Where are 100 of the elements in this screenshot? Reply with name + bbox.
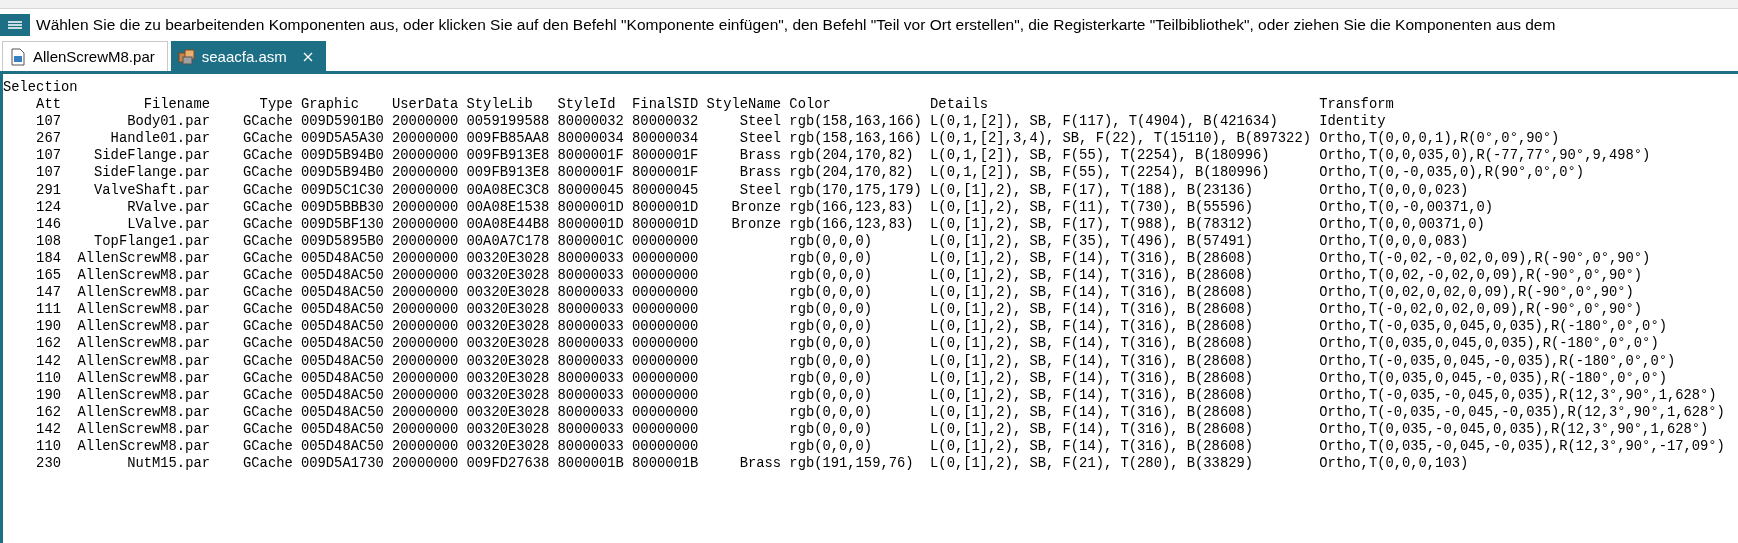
table-cell: 009FB913E8: [466, 164, 550, 182]
table-cell: 009D5BBB30: [301, 198, 384, 216]
table-cell-text: GCache: [242, 335, 293, 353]
table-cell: rgb(158,163,166): [789, 130, 922, 148]
table-cell: 00320E3028: [466, 386, 550, 404]
column-header: UserData: [392, 96, 459, 114]
table-cell-text: Ortho,T(0,0,0,1),R(0°,0°,90°): [1319, 130, 1561, 148]
table-cell-text: GCache: [242, 284, 293, 302]
prompt-text: Wählen Sie die zu bearbeitenden Komponenten aus, oder klicken Sie auf den Befehl "Komponente einfügen", den Befehl "Teil vor Ort erstellen", die Registerkarte "Teilbibliothek", oder ziehen Sie die Komponenten aus dem: [36, 16, 1556, 34]
table-cell: 8000001D: [557, 215, 624, 233]
document-tab[interactable]: AllenScrewM8.par: [2, 41, 168, 71]
table-cell: 005D48AC50: [301, 267, 384, 285]
table-cell: 80000034: [632, 130, 699, 148]
table-cell-text: rgb(166,123,83): [789, 198, 915, 216]
table-cell: 009D5B94B0: [301, 147, 384, 165]
table-cell: 20000000: [392, 147, 459, 165]
table-cell: 20000000: [392, 369, 459, 387]
section-title: Selection: [3, 79, 79, 97]
table-cell: 20000000: [392, 130, 459, 148]
column-header: StyleLib: [466, 96, 534, 114]
column-header: Color: [789, 96, 832, 114]
table-cell: 8000001F: [557, 164, 624, 182]
table-cell-text: Brass: [738, 147, 782, 165]
table-cell-text: AllenScrewM8.par: [76, 318, 210, 336]
table-cell-text: Bronze: [730, 198, 782, 216]
table-cell-text: L(0,[1],2), SB, F(14), T(316), B(28608): [930, 369, 1254, 387]
table-cell-text: GCache: [242, 147, 293, 165]
column-header: StyleName: [706, 96, 782, 114]
table-cell-text: 230: [35, 455, 61, 473]
table-cell: 80000033: [557, 420, 624, 438]
table-cell-text: L(0,1,[2]), SB, F(55), T(2254), B(180996): [930, 147, 1271, 165]
table-cell: 009D5895B0: [301, 232, 384, 250]
table-cell: 00320E3028: [466, 318, 550, 336]
table-cell-text: Ortho,T(0,02,0,02,0,09),R(-90°,0°,90°): [1319, 284, 1635, 302]
table-cell-text: L(0,[1],2), SB, F(14), T(316), B(28608): [930, 301, 1254, 319]
table-cell: 80000033: [557, 403, 624, 421]
table-cell-text: 107: [35, 113, 61, 131]
table-cell-text: AllenScrewM8.par: [76, 386, 210, 404]
table-cell: 20000000: [392, 267, 459, 285]
table-cell: 8000001F: [557, 147, 624, 165]
table-cell: 8000001F: [632, 147, 699, 165]
table-cell: 20000000: [392, 318, 459, 336]
table-cell: 00000000: [632, 267, 699, 285]
table-cell: 80000033: [557, 301, 624, 319]
table-cell: 00000000: [632, 232, 699, 250]
table-cell: 20000000: [392, 455, 459, 473]
table-cell: 00320E3028: [466, 284, 550, 302]
document-tab[interactable]: seaacfa.asm: [170, 41, 326, 71]
table-cell: 005D48AC50: [301, 403, 384, 421]
table-cell-text: GCache: [242, 181, 293, 199]
table-cell: 80000033: [557, 335, 624, 353]
table-cell: 20000000: [392, 386, 459, 404]
table-cell-text: L(0,[1],2), SB, F(11), T(730), B(55596): [930, 198, 1254, 216]
table-cell: L(0,1,[2],3,4), SB, F(22), T(15110), B(897322): [930, 130, 1311, 148]
table-cell: 00000000: [632, 369, 699, 387]
table-cell: 20000000: [392, 215, 459, 233]
table-cell-text: L(0,[1],2), SB, F(35), T(496), B(57491): [930, 232, 1254, 250]
table-cell-text: Ortho,T(0,035,0,045,0,035),R(-180°,0°,0°): [1319, 335, 1660, 353]
close-icon[interactable]: [302, 51, 313, 62]
table-cell: 00000000: [632, 403, 699, 421]
table-cell-text: 107: [35, 164, 61, 182]
table-cell: 8000001B: [557, 455, 624, 473]
table-cell: 009FD27638: [466, 455, 550, 473]
table-cell-text: GCache: [242, 232, 293, 250]
table-cell-text: Body01.par: [126, 113, 210, 131]
table-cell-text: NutM15.par: [126, 455, 210, 473]
table-cell-text: Ortho,T(0,0,00371,0): [1319, 215, 1486, 233]
table-cell-text: rgb(0,0,0): [789, 403, 874, 421]
table-cell: 8000001D: [557, 198, 624, 216]
table-cell-text: Handle01.par: [109, 130, 210, 148]
table-cell: 00A08EC3C8: [466, 181, 550, 199]
table-cell-text: rgb(0,0,0): [789, 420, 874, 438]
table-cell-text: L(0,[1],2), SB, F(14), T(316), B(28608): [930, 249, 1254, 268]
table-cell: 00000000: [632, 301, 699, 319]
table-cell-text: GCache: [242, 386, 293, 404]
table-cell-text: GCache: [242, 318, 293, 336]
table-cell-text: GCache: [242, 455, 293, 473]
column-header: StyleId: [557, 96, 617, 114]
table-cell-text: LValve.par: [126, 215, 210, 233]
table-cell-text: L(0,[1],2), SB, F(14), T(316), B(28608): [930, 267, 1254, 285]
table-cell-text: rgb(0,0,0): [789, 232, 874, 250]
table-cell-text: SideFlange.par: [93, 164, 210, 182]
table-cell-text: GCache: [242, 164, 293, 182]
table-cell-text: Ortho,T(0,0,0,023): [1319, 181, 1470, 199]
column-header: FinalSID: [632, 96, 699, 114]
table-cell-text: L(0,[1],2), SB, F(14), T(316), B(28608): [930, 403, 1254, 421]
table-cell-text: rgb(0,0,0): [789, 352, 874, 370]
table-cell: 009D5901B0: [301, 113, 384, 131]
table-cell-text: 162: [35, 403, 61, 421]
table-cell-text: L(0,[1],2), SB, F(17), T(188), B(23136): [930, 181, 1254, 199]
table-cell-text: Ortho,T(0,-0,035,0),R(90°,0°,0°): [1319, 164, 1586, 182]
table-cell-text: 267: [35, 130, 61, 148]
table-cell-text: Steel: [738, 113, 782, 131]
table-cell-text: 124: [35, 198, 61, 216]
table-cell: 005D48AC50: [301, 284, 384, 302]
table-cell: 00000000: [632, 420, 699, 438]
table-cell: 005D48AC50: [301, 301, 384, 319]
table-cell: 009D5BF130: [301, 215, 384, 233]
table-cell: 005D48AC50: [301, 352, 384, 370]
table-cell-text: ValveShaft.par: [93, 181, 210, 199]
